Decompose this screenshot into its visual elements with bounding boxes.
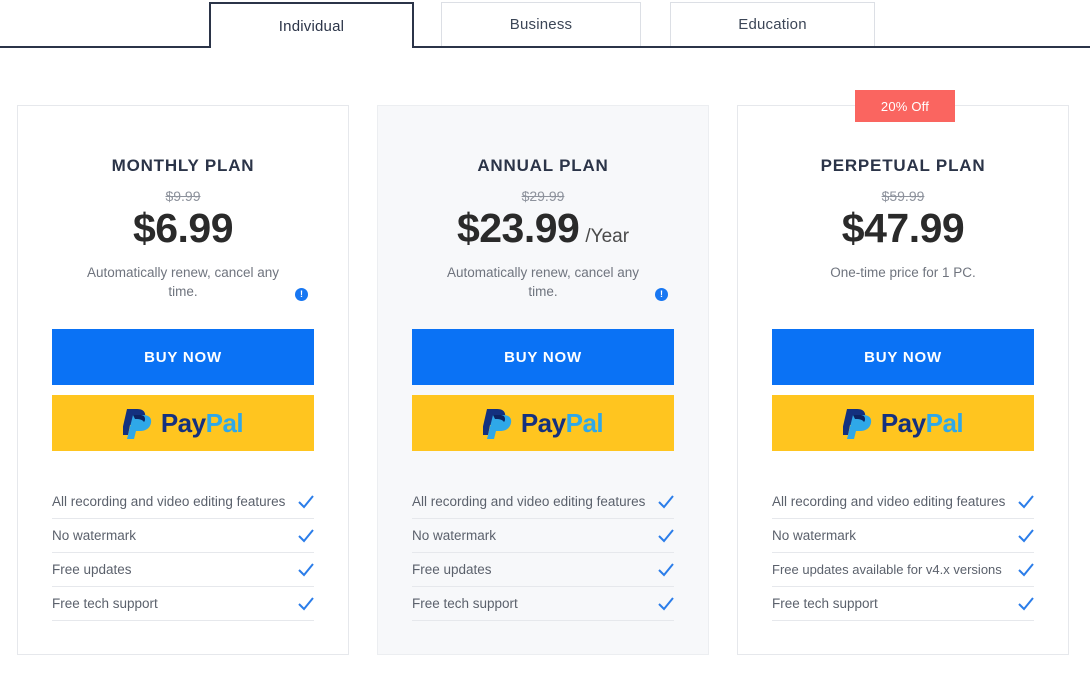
- paypal-p-logo: [842, 409, 872, 439]
- paypal-pay-text: Pay: [520, 407, 566, 438]
- plan-title: ANNUAL PLAN: [477, 156, 609, 175]
- feature-label: Free updates: [52, 562, 132, 577]
- paypal-pal-text: Pal: [205, 407, 244, 438]
- paypal-button[interactable]: PayPal: [772, 395, 1034, 451]
- buy-now-button[interactable]: BUY NOW: [412, 329, 674, 385]
- paypal-button[interactable]: PayPal: [52, 395, 314, 451]
- feature-row: Free tech support: [772, 587, 1034, 621]
- feature-list: All recording and video editing features…: [772, 485, 1034, 621]
- feature-label: Free tech support: [412, 596, 518, 611]
- feature-row: Free tech support: [52, 587, 314, 621]
- current-price: $23.99: [456, 205, 580, 251]
- plan-title: PERPETUAL PLAN: [820, 156, 986, 175]
- current-price-line: $47.99: [772, 205, 1034, 252]
- plan-note-wrap: Automatically renew, cancel any time. !: [52, 263, 314, 301]
- feature-row: All recording and video editing features: [52, 485, 314, 519]
- plan-note-wrap: Automatically renew, cancel any time. !: [412, 263, 674, 301]
- pricing-card-annual: ANNUAL PLAN $29.99 $23.99 /Year Automati…: [377, 105, 709, 655]
- feature-row: Free tech support: [412, 587, 674, 621]
- paypal-p-logo: [482, 409, 512, 439]
- check-icon: [658, 494, 674, 508]
- feature-label: No watermark: [52, 528, 137, 543]
- check-icon: [658, 562, 674, 576]
- pricing-card-perpetual: 20% Off PERPETUAL PLAN $59.99 $47.99 One…: [737, 90, 1069, 655]
- paypal-button[interactable]: PayPal: [412, 395, 674, 451]
- plan-title: MONTHLY PLAN: [111, 156, 255, 175]
- buy-now-button[interactable]: BUY NOW: [772, 329, 1034, 385]
- info-icon[interactable]: !: [655, 288, 668, 301]
- feature-label: All recording and video editing features: [52, 494, 286, 509]
- tab-individual-label: Individual: [278, 17, 345, 35]
- check-icon: [298, 596, 314, 610]
- feature-row: No watermark: [772, 519, 1034, 553]
- check-icon: [298, 494, 314, 508]
- feature-label: All recording and video editing features: [412, 494, 646, 509]
- current-price-line: $6.99: [52, 205, 314, 252]
- plan-note: One-time price for 1 PC.: [830, 265, 976, 280]
- tab-business-label: Business: [509, 16, 573, 33]
- current-price-line: $23.99 /Year: [412, 205, 674, 252]
- check-icon: [1018, 494, 1034, 508]
- feature-label: No watermark: [412, 528, 497, 543]
- feature-row: No watermark: [52, 519, 314, 553]
- check-icon: [1018, 562, 1034, 576]
- paypal-pal-text: Pal: [925, 407, 964, 438]
- paypal-logo: PayPal: [122, 407, 244, 439]
- feature-label: All recording and video editing features: [772, 494, 1006, 509]
- check-icon: [298, 528, 314, 542]
- current-price: $47.99: [841, 205, 965, 251]
- plan-audience-tabs: Individual Business Education: [0, 0, 1090, 48]
- feature-row: All recording and video editing features: [772, 485, 1034, 519]
- feature-list: All recording and video editing features…: [52, 485, 314, 621]
- paypal-logo: PayPal: [842, 407, 964, 439]
- tab-education[interactable]: Education: [670, 2, 875, 46]
- feature-row: Free updates: [52, 553, 314, 587]
- plan-note: Automatically renew, cancel any time.: [86, 265, 280, 299]
- current-price: $6.99: [132, 205, 234, 251]
- billing-period: /Year: [585, 226, 630, 247]
- buy-now-button[interactable]: BUY NOW: [52, 329, 314, 385]
- paypal-p-logo: [122, 409, 152, 439]
- pricing-card-monthly: MONTHLY PLAN $9.99 $6.99 Automatically r…: [17, 105, 349, 655]
- tab-business[interactable]: Business: [441, 2, 641, 46]
- info-icon[interactable]: !: [295, 288, 308, 301]
- original-price: $29.99: [521, 188, 565, 204]
- plan-note-wrap: One-time price for 1 PC.: [772, 263, 1034, 282]
- original-price: $9.99: [165, 188, 201, 204]
- feature-list: All recording and video editing features…: [412, 485, 674, 621]
- feature-row: Free updates: [412, 553, 674, 587]
- check-icon: [658, 528, 674, 542]
- paypal-pay-text: Pay: [880, 407, 926, 438]
- feature-row: No watermark: [412, 519, 674, 553]
- pricing-cards: MONTHLY PLAN $9.99 $6.99 Automatically r…: [0, 90, 1090, 665]
- paypal-pal-text: Pal: [565, 407, 604, 438]
- plan-note: Automatically renew, cancel any time.: [446, 265, 640, 299]
- check-icon: [658, 596, 674, 610]
- paypal-pay-text: Pay: [160, 407, 206, 438]
- tab-education-label: Education: [738, 16, 807, 33]
- check-icon: [1018, 596, 1034, 610]
- paypal-logo: PayPal: [482, 407, 604, 439]
- feature-label: Free updates available for v4.x versions: [772, 562, 1002, 577]
- check-icon: [298, 562, 314, 576]
- tabs-baseline-rule: [0, 46, 1090, 48]
- feature-row: All recording and video editing features: [412, 485, 674, 519]
- feature-row: Free updates available for v4.x versions: [772, 553, 1034, 587]
- feature-label: No watermark: [772, 528, 857, 543]
- feature-label: Free updates: [412, 562, 492, 577]
- feature-label: Free tech support: [772, 596, 878, 611]
- tab-individual[interactable]: Individual: [209, 2, 414, 48]
- original-price: $59.99: [881, 188, 925, 204]
- feature-label: Free tech support: [52, 596, 158, 611]
- check-icon: [1018, 528, 1034, 542]
- discount-badge: 20% Off: [855, 90, 955, 122]
